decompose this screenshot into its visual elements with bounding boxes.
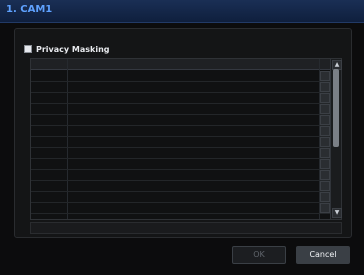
ok-button[interactable]: OK bbox=[232, 246, 286, 264]
row-edit-button[interactable] bbox=[320, 148, 330, 158]
title-bar: 1. CAM1 bbox=[0, 0, 364, 23]
privacy-masking-checkbox[interactable] bbox=[24, 45, 32, 53]
row-edit-button[interactable] bbox=[320, 126, 330, 136]
table-row[interactable] bbox=[31, 202, 331, 214]
privacy-masking-label: Privacy Masking bbox=[36, 44, 110, 54]
row-edit-button[interactable] bbox=[320, 82, 330, 92]
scroll-thumb[interactable] bbox=[333, 69, 339, 147]
row-edit-button[interactable] bbox=[320, 170, 330, 180]
row-edit-button[interactable] bbox=[320, 181, 330, 191]
row-edit-button[interactable] bbox=[320, 71, 330, 81]
row-edit-button[interactable] bbox=[320, 115, 330, 125]
row-edit-button[interactable] bbox=[320, 159, 330, 169]
table-header bbox=[31, 59, 331, 70]
mask-area-table: ▲ ▼ bbox=[30, 58, 342, 220]
cancel-button[interactable]: Cancel bbox=[296, 246, 350, 264]
row-edit-button[interactable] bbox=[320, 192, 330, 202]
row-edit-button[interactable] bbox=[320, 93, 330, 103]
privacy-masking-option[interactable]: Privacy Masking bbox=[24, 43, 110, 55]
row-edit-button[interactable] bbox=[320, 137, 330, 147]
table-footer bbox=[30, 222, 342, 234]
scroll-down-icon[interactable]: ▼ bbox=[332, 208, 342, 218]
row-edit-button[interactable] bbox=[320, 203, 330, 213]
table-scrollbar[interactable]: ▲ ▼ bbox=[330, 59, 342, 219]
window-title: 1. CAM1 bbox=[6, 4, 53, 15]
row-edit-button[interactable] bbox=[320, 104, 330, 114]
